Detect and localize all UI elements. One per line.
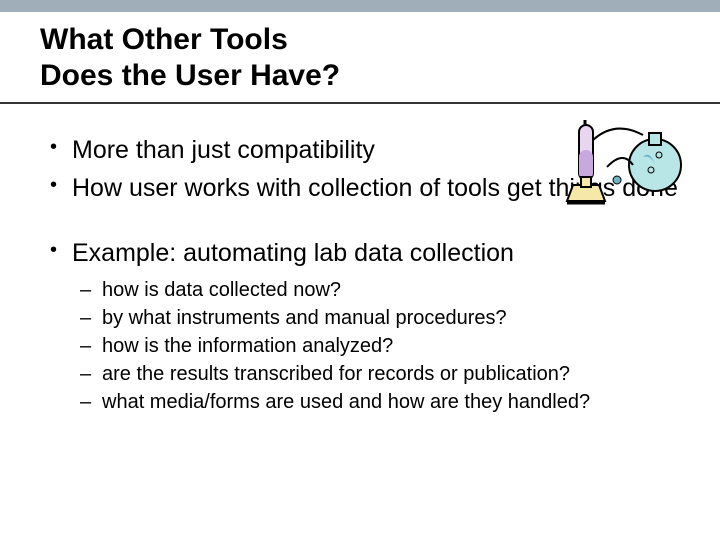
lab-equipment-icon <box>555 105 685 220</box>
bullet-item-3-label: Example: automating lab data collection <box>72 239 514 267</box>
sub-list: how is data collected now? by what instr… <box>72 276 680 416</box>
sub-item-3: how is the information analyzed? <box>72 332 680 360</box>
lab-svg <box>555 105 685 220</box>
bullet-item-3: Example: automating lab data collection … <box>40 237 680 416</box>
slide-title: What Other Tools Does the User Have? <box>40 22 680 94</box>
sub-item-5: what media/forms are used and how are th… <box>72 388 680 416</box>
sub-item-1: how is data collected now? <box>72 276 680 304</box>
decorative-top-bar <box>0 0 720 12</box>
example-bullet-list: Example: automating lab data collection … <box>40 237 680 416</box>
title-line-2: Does the User Have? <box>40 59 340 92</box>
sub-item-2: by what instruments and manual procedure… <box>72 304 680 332</box>
title-line-1: What Other Tools <box>40 23 288 56</box>
sub-item-4: are the results transcribed for records … <box>72 360 680 388</box>
slide-header: What Other Tools Does the User Have? <box>0 12 720 104</box>
